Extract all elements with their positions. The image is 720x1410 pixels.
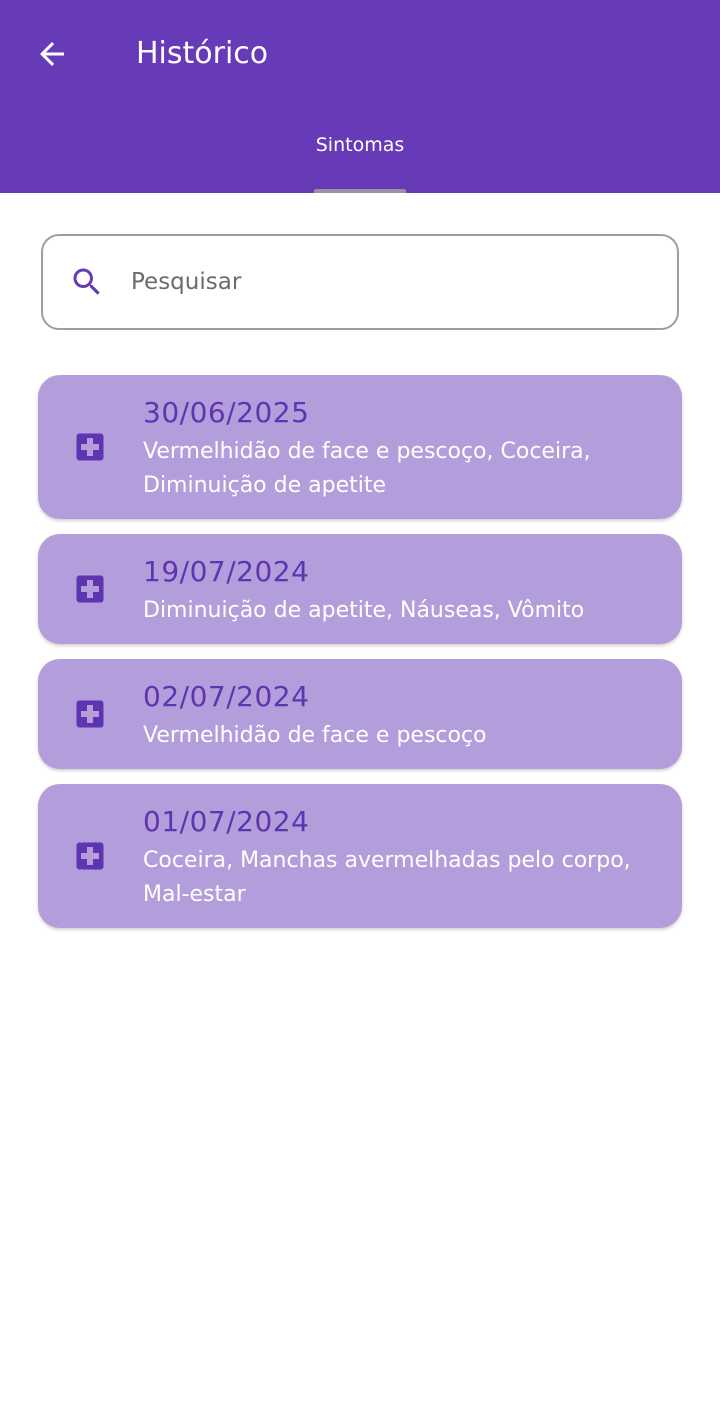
medical-plus-icon bbox=[76, 700, 104, 728]
search-input[interactable] bbox=[131, 258, 651, 306]
app-screen: Histórico Sintomas 30/06/2025 Vermelhidã… bbox=[0, 0, 720, 1410]
entry-symptoms: Coceira, Manchas avermelhadas pelo corpo… bbox=[143, 848, 631, 907]
entry-symptoms: Diminuição de apetite, Náuseas, Vômito bbox=[143, 598, 585, 623]
tab-indicator bbox=[314, 189, 406, 193]
page-title: Histórico bbox=[136, 36, 269, 71]
entry-date: 19/07/2024 bbox=[143, 555, 310, 588]
tab-sintomas[interactable]: Sintomas bbox=[300, 120, 420, 193]
arrow-left-icon bbox=[40, 42, 64, 66]
history-card[interactable]: 30/06/2025 Vermelhidão de face e pescoço… bbox=[38, 375, 682, 519]
search-field[interactable] bbox=[41, 234, 679, 330]
medical-plus-icon bbox=[76, 433, 104, 461]
history-card[interactable]: 19/07/2024 Diminuição de apetite, Náusea… bbox=[38, 534, 682, 644]
app-bar: Histórico Sintomas bbox=[0, 0, 720, 193]
symptom-history-list: 30/06/2025 Vermelhidão de face e pescoço… bbox=[38, 375, 682, 943]
tab-label: Sintomas bbox=[315, 134, 405, 156]
history-card[interactable]: 01/07/2024 Coceira, Manchas avermelhadas… bbox=[38, 784, 682, 928]
entry-date: 02/07/2024 bbox=[143, 680, 310, 713]
history-card[interactable]: 02/07/2024 Vermelhidão de face e pescoço bbox=[38, 659, 682, 769]
entry-symptoms: Vermelhidão de face e pescoço, Coceira, … bbox=[143, 439, 591, 498]
entry-date: 01/07/2024 bbox=[143, 805, 310, 838]
back-button[interactable] bbox=[26, 28, 78, 80]
entry-symptoms: Vermelhidão de face e pescoço bbox=[143, 723, 487, 748]
search-icon bbox=[73, 268, 100, 295]
medical-plus-icon bbox=[76, 842, 104, 870]
medical-plus-icon bbox=[76, 575, 104, 603]
entry-date: 30/06/2025 bbox=[143, 396, 310, 429]
